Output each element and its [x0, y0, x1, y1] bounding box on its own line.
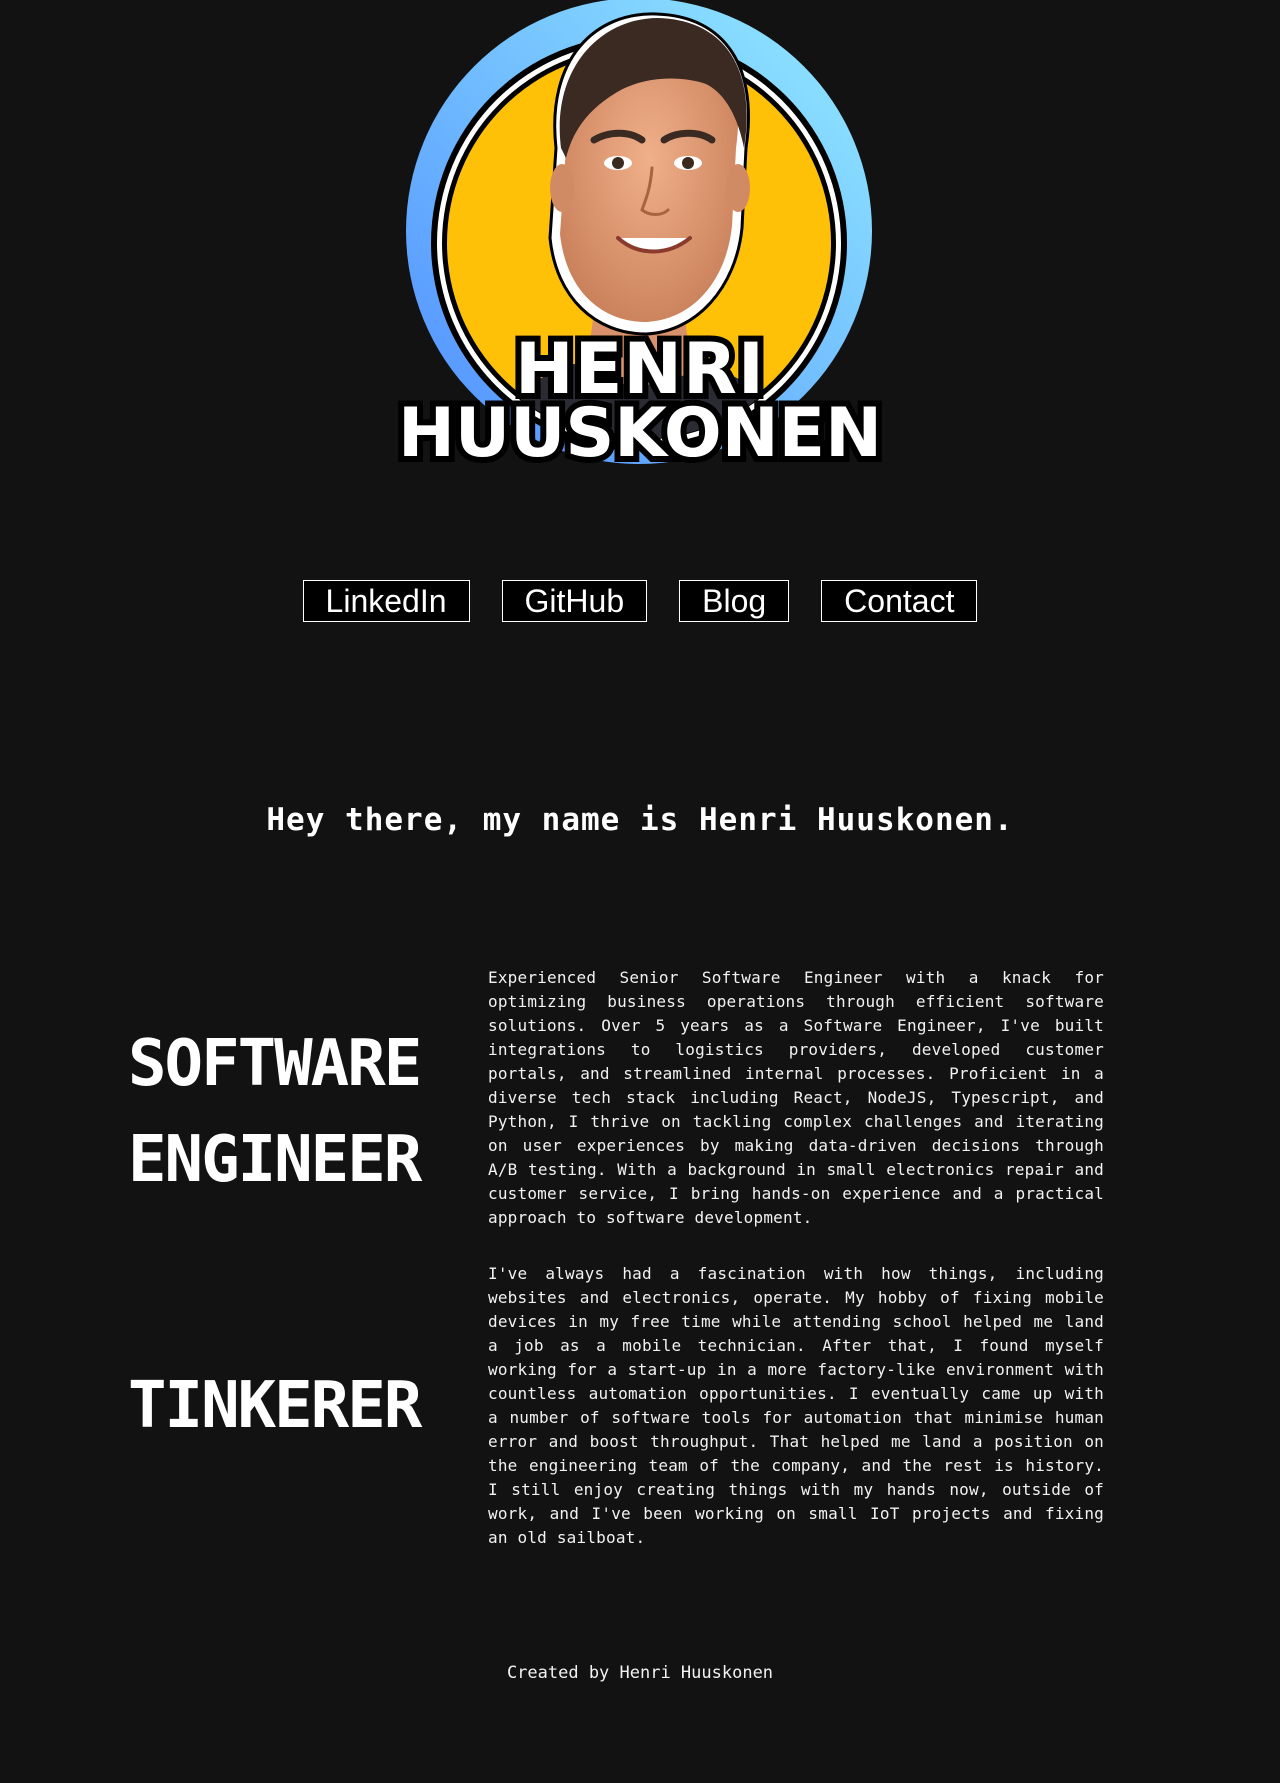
footer-credit: Created by Henri Huuskonen [506, 1663, 774, 1683]
section-title-software-engineer: SOFTWARE ENGINEER [128, 1027, 422, 1197]
section-body-software-engineer: Experienced Senior Software Engineer wit… [488, 968, 1104, 1227]
logo-last-name: HUUSKONEN [392, 394, 888, 474]
section-title-tinkerer: TINKERER [128, 1369, 422, 1443]
contact-link-button[interactable]: Contact [821, 580, 978, 622]
section-software-engineer: SOFTWARE ENGINEER Experienced Senior Sof… [128, 966, 1104, 1236]
github-link-button[interactable]: GitHub [501, 580, 648, 622]
site-logo-name: HENRI HUUSKONEN [0, 328, 1280, 474]
section-tinkerer: TINKERER I've always had a fascination w… [128, 1262, 1104, 1552]
social-nav: LinkedIn GitHub Blog Contact [0, 580, 1280, 622]
hero-header: HENRI HUUSKONEN [0, 0, 1280, 480]
section-body-tinkerer: I've always had a fascination with how t… [488, 1264, 1104, 1547]
linkedin-link-button[interactable]: LinkedIn [302, 580, 470, 622]
intro-heading: Hey there, my name is Henri Huuskonen. [266, 802, 1014, 838]
blog-link-button[interactable]: Blog [679, 580, 790, 622]
